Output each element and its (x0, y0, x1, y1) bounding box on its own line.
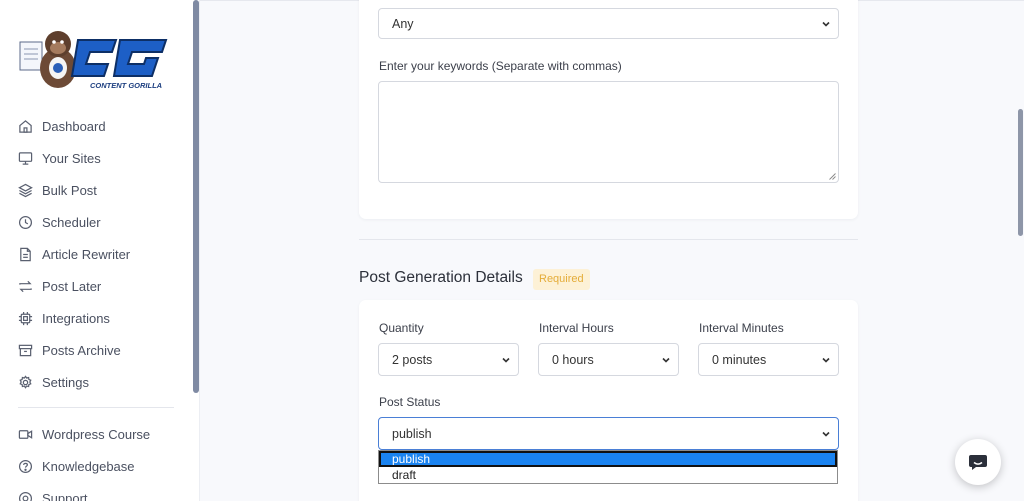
sidebar-item-bulk-post[interactable]: Bulk Post (0, 174, 190, 206)
sidebar-item-dashboard[interactable]: Dashboard (0, 110, 190, 142)
chevron-down-icon (502, 357, 510, 363)
sidebar-item-label: Wordpress Course (42, 426, 151, 442)
sidebar-item-knowledgebase[interactable]: Knowledgebase (0, 450, 190, 482)
chevron-down-icon (822, 431, 830, 437)
logo-subtext: CONTENT GORILLA (90, 81, 162, 90)
resize-handle-icon[interactable] (829, 173, 836, 180)
gear-icon (19, 374, 32, 389)
filter-select[interactable]: Any (378, 8, 839, 39)
sidebar-item-scheduler[interactable]: Scheduler (0, 206, 190, 238)
video-icon (18, 429, 33, 439)
sidebar-item-your-sites[interactable]: Your Sites (0, 142, 190, 174)
home-icon (19, 119, 32, 133)
main-scrollbar[interactable] (1018, 109, 1023, 236)
chevron-down-icon (822, 21, 830, 27)
interval-minutes-select[interactable]: 0 minutes (698, 343, 839, 376)
chat-icon (969, 455, 987, 470)
sidebar-item-wordpress-course[interactable]: Wordpress Course (0, 418, 190, 450)
cpu-icon (18, 311, 33, 325)
sidebar-item-label: Dashboard (42, 118, 106, 134)
post-status-value: publish (392, 426, 432, 441)
keywords-textarea[interactable] (378, 81, 839, 183)
keywords-label: Enter your keywords (Separate with comma… (379, 59, 622, 73)
clock-icon (18, 215, 33, 229)
interval-minutes-label: Interval Minutes (699, 321, 784, 335)
chat-button[interactable] (955, 439, 1001, 485)
sidebar-item-settings[interactable]: Settings (0, 366, 190, 398)
post-status-label: Post Status (379, 395, 441, 409)
help-circle-icon (18, 459, 33, 473)
sidebar-item-post-later[interactable]: Post Later (0, 270, 190, 302)
sidebar-item-posts-archive[interactable]: Posts Archive (0, 334, 190, 366)
content-gorilla-logo[interactable]: CONTENT GORILLA (16, 22, 176, 96)
sidebar-item-label: Support (42, 490, 88, 501)
sidebar-item-label: Post Later (42, 278, 102, 294)
section-divider (359, 239, 858, 240)
sidebar-item-label: Scheduler (42, 214, 101, 230)
sidebar-item-label: Knowledgebase (42, 458, 135, 474)
required-badge: Required (533, 269, 590, 290)
sidebar-item-label: Posts Archive (42, 342, 121, 358)
chevron-down-icon (822, 357, 830, 363)
file-text-icon (20, 247, 31, 261)
archive-icon (18, 344, 33, 356)
sidebar-item-label: Settings (42, 374, 89, 390)
interval-hours-select[interactable]: 0 hours (538, 343, 679, 376)
sidebar-divider (18, 407, 174, 408)
layers-icon (18, 183, 33, 197)
sidebar-item-article-rewriter[interactable]: Article Rewriter (0, 238, 190, 270)
sidebar-item-label: Bulk Post (42, 182, 97, 198)
interval-hours-label: Interval Hours (539, 321, 614, 335)
quantity-select[interactable]: 2 posts (378, 343, 519, 376)
filter-select-value: Any (392, 16, 414, 31)
interval-minutes-value: 0 minutes (712, 352, 767, 367)
sidebar-item-label: Your Sites (42, 150, 101, 166)
logo-graphic: CONTENT GORILLA (19, 31, 168, 90)
sidebar-scrollbar[interactable] (193, 0, 199, 393)
post-status-select[interactable]: publish (378, 417, 839, 450)
monitor-icon (18, 151, 33, 165)
post-status-dropdown: publish draft (378, 450, 838, 484)
sidebar-item-integrations[interactable]: Integrations (0, 302, 190, 334)
sidebar-item-label: Article Rewriter (42, 246, 131, 262)
quantity-label: Quantity (379, 321, 424, 335)
status-option-publish[interactable]: publish (379, 451, 837, 467)
sidebar-item-support[interactable]: Support (0, 482, 190, 501)
chevron-down-icon (662, 357, 670, 363)
sidebar-nav: Dashboard Your Sites Bulk Post Scheduler… (0, 110, 190, 501)
post-generation-title: Post Generation Details (359, 269, 523, 286)
status-option-draft[interactable]: draft (379, 467, 837, 483)
support-icon (18, 491, 33, 501)
quantity-value: 2 posts (392, 352, 433, 367)
sidebar-item-label: Integrations (42, 310, 110, 326)
sidebar: CONTENT GORILLA Dashboard Your Sites Bul… (0, 0, 200, 501)
interval-hours-value: 0 hours (552, 352, 594, 367)
repeat-icon (19, 280, 32, 292)
